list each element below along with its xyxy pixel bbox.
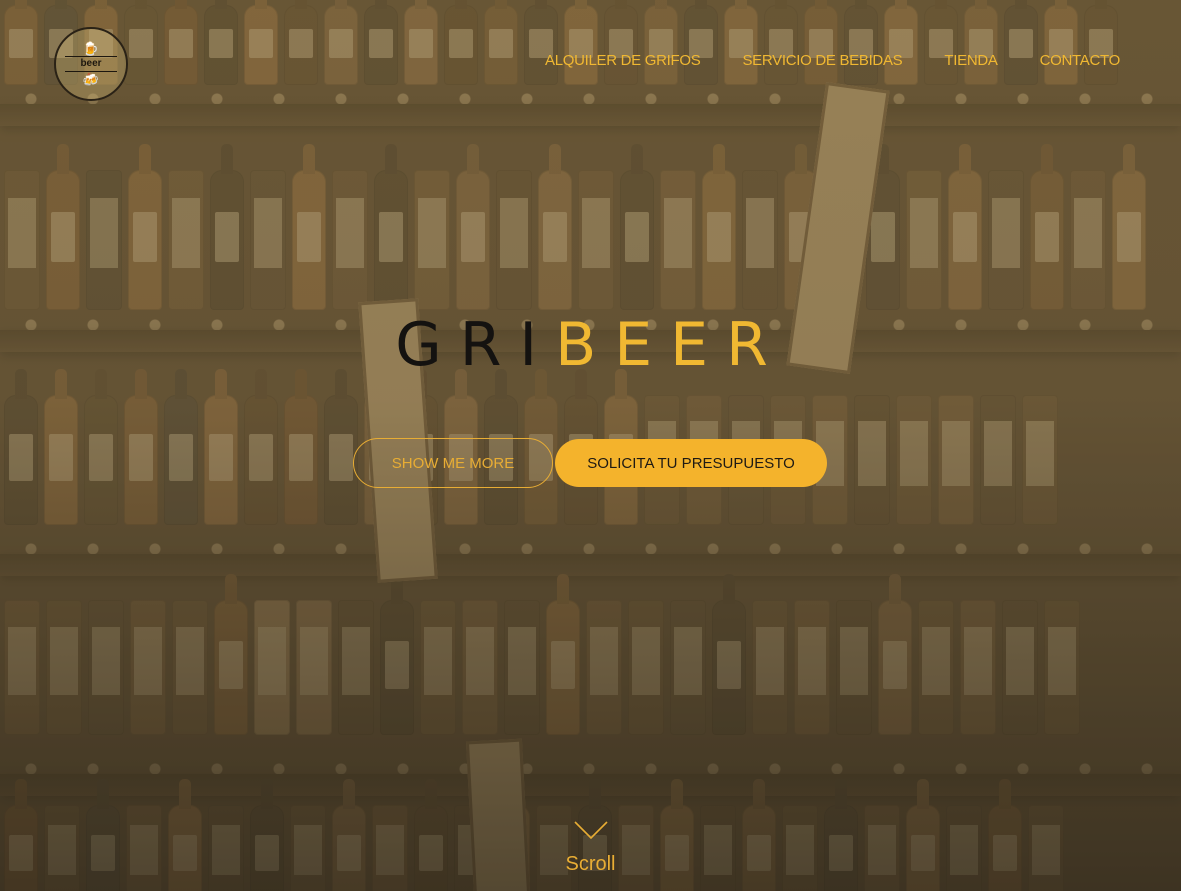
chevron-down-icon[interactable]: [573, 820, 609, 845]
beer-keg-icon: 🍺: [82, 40, 100, 56]
nav-item-contacto[interactable]: CONTACTO: [1040, 52, 1121, 69]
show-me-more-button[interactable]: SHOW ME MORE: [353, 438, 553, 488]
nav-item-servicio-de-bebidas[interactable]: SERVICIO DE BEBIDAS: [742, 52, 902, 69]
nav-item-alquiler-de-grifos[interactable]: ALQUILER DE GRIFOS: [545, 52, 701, 69]
request-quote-button[interactable]: SOLICITA TU PRESUPUESTO: [555, 439, 827, 487]
hero-title-light: BEER: [555, 310, 786, 380]
logo-divider: [65, 55, 117, 57]
hero-title: GRIBEER: [0, 305, 1181, 385]
beer-mugs-icon: 🍻: [82, 71, 100, 87]
main-nav: ALQUILER DE GRIFOS SERVICIO DE BEBIDAS T…: [545, 52, 1120, 69]
nav-item-tienda[interactable]: TIENDA: [944, 52, 998, 69]
logo[interactable]: 🍺 beer 🍻: [54, 27, 128, 101]
hero-title-dark: GRI: [395, 310, 556, 380]
scroll-label: Scroll: [565, 853, 616, 875]
logo-text: beer: [80, 57, 102, 69]
scroll-indicator[interactable]: Scroll: [0, 820, 1181, 876]
